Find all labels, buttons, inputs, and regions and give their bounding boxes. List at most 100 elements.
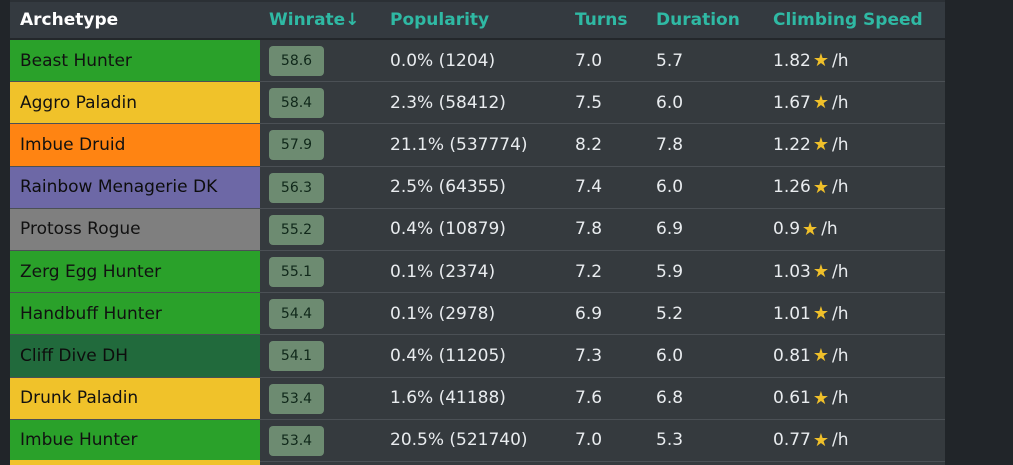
winrate-badge: 54.4: [269, 299, 324, 330]
popularity-cell: 1.6% (41188): [390, 388, 506, 409]
climb-value: 1.22: [773, 134, 811, 155]
duration-cell: 6.9: [656, 219, 684, 240]
header-popularity[interactable]: Popularity: [390, 2, 489, 38]
winrate-badge: 55.1: [269, 256, 324, 287]
winrate-badge: 56.3: [269, 172, 324, 203]
duration-cell: 5.2: [656, 303, 684, 324]
archetype-cell[interactable]: Aggro Paladin: [10, 82, 260, 124]
climb-unit: /h: [832, 50, 849, 71]
header-duration[interactable]: Duration: [656, 2, 740, 38]
winrate-badge: 58.6: [269, 46, 324, 76]
duration-cell: 6.8: [656, 388, 684, 409]
star-icon: ★: [812, 387, 829, 409]
table-row[interactable]: Handbuff Hunter 54.4 0.1% (2978) 6.9 5.2…: [10, 293, 945, 336]
climbing-speed-cell: 1.01 ★/h: [773, 293, 849, 334]
archetype-cell[interactable]: Handbuff Hunter: [10, 293, 260, 335]
winrate-badge: 54.1: [269, 341, 324, 372]
header-archetype[interactable]: Archetype: [20, 2, 118, 38]
star-icon: ★: [812, 261, 829, 283]
climb-unit: /h: [832, 92, 849, 113]
table-header: Archetype Winrate↓ Popularity Turns Dura…: [10, 2, 945, 40]
archetype-cell[interactable]: Imbue Druid: [10, 124, 260, 166]
star-icon: ★: [812, 429, 829, 451]
popularity-cell: 2.5% (64355): [390, 177, 506, 198]
popularity-cell: 0.0% (1204): [390, 50, 496, 71]
climbing-speed-cell: 1.22 ★/h: [773, 124, 849, 165]
climb-unit: /h: [832, 345, 849, 366]
archetype-cell[interactable]: Cliff Dive DH: [10, 335, 260, 377]
winrate-badge: 53.4: [269, 383, 324, 414]
duration-cell: 6.0: [656, 345, 684, 366]
turns-cell: 7.2: [575, 261, 603, 282]
header-turns[interactable]: Turns: [575, 2, 627, 38]
duration-cell: 5.3: [656, 430, 684, 451]
table-row[interactable]: Rainbow Menagerie DK 56.3 2.5% (64355) 7…: [10, 166, 945, 209]
turns-cell: 7.3: [575, 345, 603, 366]
climb-unit: /h: [832, 261, 849, 282]
archetype-cell[interactable]: Beast Hunter: [10, 40, 260, 82]
table-row[interactable]: Aggro Paladin 58.4 2.3% (58412) 7.5 6.0 …: [10, 82, 945, 125]
turns-cell: 6.9: [575, 303, 603, 324]
table-row[interactable]: Protoss Rogue 55.2 0.4% (10879) 7.8 6.9 …: [10, 208, 945, 251]
star-icon: ★: [812, 92, 829, 114]
duration-cell: 7.8: [656, 134, 684, 155]
header-winrate[interactable]: Winrate↓: [269, 2, 359, 38]
climb-value: 0.61: [773, 388, 811, 409]
star-icon: ★: [812, 134, 829, 156]
table-row[interactable]: Imbue Hunter 53.4 20.5% (521740) 7.0 5.3…: [10, 419, 945, 462]
climb-value: 0.81: [773, 345, 811, 366]
climb-unit: /h: [832, 430, 849, 451]
climb-value: 0.77: [773, 430, 811, 451]
table-row[interactable]: Zerg Egg Hunter 55.1 0.1% (2374) 7.2 5.9…: [10, 250, 945, 294]
duration-cell: 6.0: [656, 92, 684, 113]
star-icon: ★: [812, 50, 829, 72]
turns-cell: 7.6: [575, 388, 603, 409]
winrate-badge: 58.4: [269, 88, 324, 119]
climb-unit: /h: [821, 219, 838, 240]
winrate-badge: 57.9: [269, 130, 324, 161]
climbing-speed-cell: 1.03 ★/h: [773, 251, 849, 292]
next-row-peek: [10, 460, 260, 465]
archetype-table: Archetype Winrate↓ Popularity Turns Dura…: [10, 0, 945, 465]
table-row[interactable]: Beast Hunter 58.6 0.0% (1204) 7.0 5.7 1.…: [10, 40, 945, 83]
climbing-speed-cell: 1.82 ★/h: [773, 40, 849, 81]
archetype-cell[interactable]: Imbue Hunter: [10, 419, 260, 461]
climb-value: 1.67: [773, 92, 811, 113]
popularity-cell: 2.3% (58412): [390, 92, 506, 113]
table-row[interactable]: Drunk Paladin 53.4 1.6% (41188) 7.6 6.8 …: [10, 377, 945, 420]
turns-cell: 7.4: [575, 177, 603, 198]
star-icon: ★: [812, 303, 829, 325]
star-icon: ★: [812, 176, 829, 198]
climb-value: 1.26: [773, 177, 811, 198]
turns-cell: 7.8: [575, 219, 603, 240]
climb-value: 1.01: [773, 303, 811, 324]
star-icon: ★: [802, 218, 819, 240]
popularity-cell: 20.5% (521740): [390, 430, 528, 451]
header-climbing-speed[interactable]: Climbing Speed: [773, 2, 923, 38]
popularity-cell: 0.4% (11205): [390, 345, 506, 366]
archetype-cell[interactable]: Protoss Rogue: [10, 208, 260, 250]
climb-unit: /h: [832, 177, 849, 198]
winrate-badge: 55.2: [269, 214, 324, 245]
archetype-cell[interactable]: Rainbow Menagerie DK: [10, 166, 260, 208]
archetype-cell[interactable]: Drunk Paladin: [10, 377, 260, 419]
table-body: Beast Hunter 58.6 0.0% (1204) 7.0 5.7 1.…: [10, 40, 945, 462]
turns-cell: 7.5: [575, 92, 603, 113]
star-icon: ★: [812, 345, 829, 367]
popularity-cell: 0.1% (2978): [390, 303, 496, 324]
table-row[interactable]: Imbue Druid 57.9 21.1% (537774) 8.2 7.8 …: [10, 124, 945, 167]
popularity-cell: 0.4% (10879): [390, 219, 506, 240]
climbing-speed-cell: 0.77 ★/h: [773, 420, 849, 461]
winrate-badge: 53.4: [269, 425, 324, 456]
climbing-speed-cell: 0.9 ★/h: [773, 209, 838, 250]
climbing-speed-cell: 0.81 ★/h: [773, 335, 849, 376]
climbing-speed-cell: 1.26 ★/h: [773, 167, 849, 208]
climbing-speed-cell: 1.67 ★/h: [773, 82, 849, 123]
archetype-cell[interactable]: Zerg Egg Hunter: [10, 250, 260, 293]
duration-cell: 6.0: [656, 177, 684, 198]
climb-value: 0.9: [773, 219, 801, 240]
table-row[interactable]: Cliff Dive DH 54.1 0.4% (11205) 7.3 6.0 …: [10, 335, 945, 378]
climb-value: 1.03: [773, 261, 811, 282]
duration-cell: 5.7: [656, 50, 684, 71]
climb-unit: /h: [832, 134, 849, 155]
